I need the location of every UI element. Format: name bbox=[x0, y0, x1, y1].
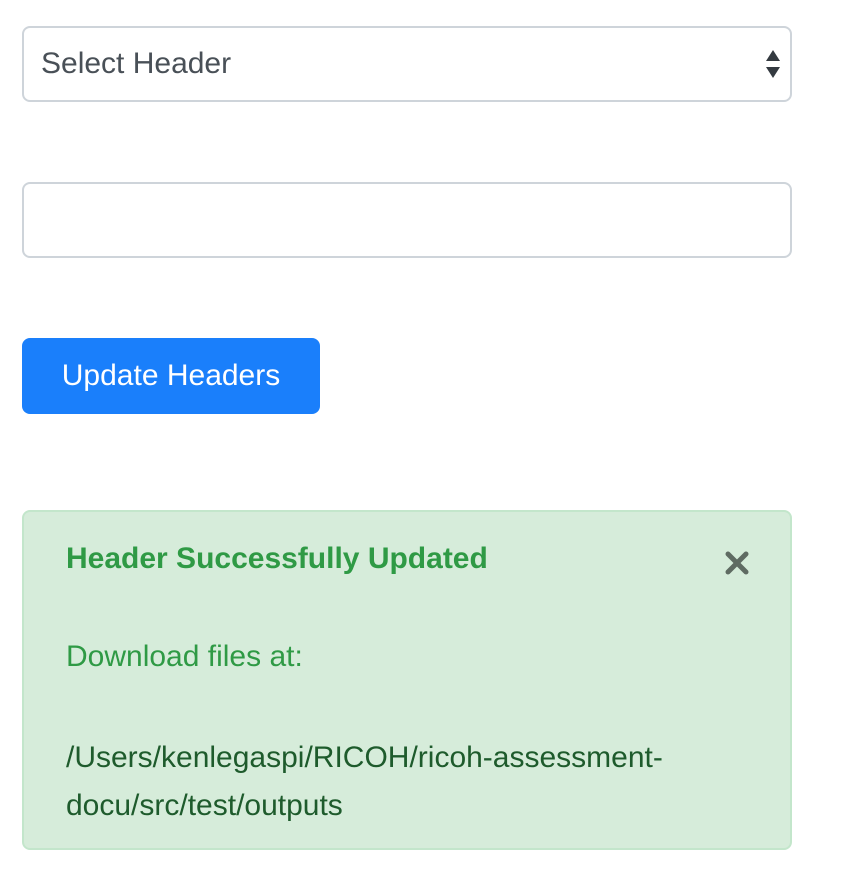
success-alert: Header Successfully Updated Download fil… bbox=[22, 510, 792, 850]
close-icon[interactable] bbox=[724, 550, 750, 576]
up-down-arrows-icon bbox=[765, 49, 781, 79]
header-value-input[interactable] bbox=[22, 182, 792, 258]
update-headers-button[interactable]: Update Headers bbox=[22, 338, 320, 414]
header-select[interactable]: Select Header bbox=[22, 26, 792, 102]
output-path-line-1: /Users/kenlegaspi/RICOH/ricoh-assessment… bbox=[66, 741, 663, 774]
alert-message: Download files at: bbox=[66, 640, 303, 673]
output-path-line-2: docu/src/test/outputs bbox=[66, 789, 343, 822]
output-path: /Users/kenlegaspi/RICOH/ricoh-assessment… bbox=[66, 734, 766, 830]
header-select-value: Select Header bbox=[41, 47, 232, 80]
alert-title: Header Successfully Updated bbox=[66, 542, 488, 575]
